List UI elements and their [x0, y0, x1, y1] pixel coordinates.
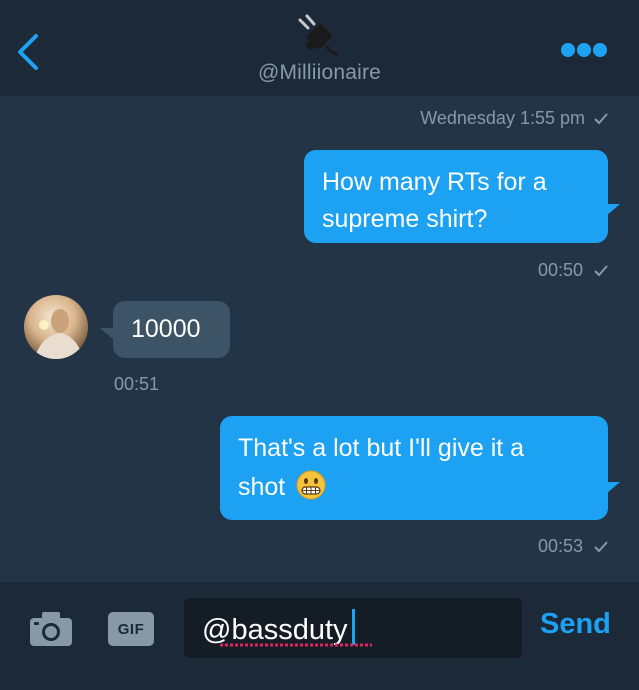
avatar[interactable]	[24, 295, 88, 359]
contact-handle[interactable]: @Milliionaire	[0, 61, 639, 85]
message-timestamp: 00:50	[538, 260, 609, 281]
avatar-photo	[24, 295, 88, 359]
gif-button[interactable]: GIF	[108, 612, 154, 646]
message-text-line-with-emoji: shot	[238, 468, 590, 507]
message-timestamp: 00:51	[114, 374, 159, 395]
message-time: 00:53	[537, 536, 583, 556]
spellcheck-underline	[220, 643, 372, 647]
electric-plug-icon	[298, 14, 339, 56]
message-text-line: That's a lot but I'll give it a	[238, 434, 525, 462]
checkmark-icon	[594, 112, 608, 124]
message-input[interactable]: @bassduty	[184, 598, 522, 658]
more-dots-icon[interactable]	[560, 40, 608, 60]
message-text: shot	[238, 473, 286, 501]
bubble-tail	[606, 204, 620, 216]
message-text-line: How many RTs for a	[322, 168, 547, 196]
send-button[interactable]: Send	[540, 608, 611, 641]
conversation-header: @Milliionaire	[0, 0, 639, 96]
bubble-tail	[606, 482, 620, 494]
outgoing-message-bubble[interactable]: That's a lot but I'll give it a shot	[220, 416, 608, 520]
checkmark-icon	[594, 264, 608, 276]
bubble-tail	[100, 328, 114, 340]
message-composer: GIF @bassduty Send	[0, 582, 639, 690]
incoming-message-bubble[interactable]: 10000	[113, 301, 230, 358]
date-header: Wednesday 1:55 pm	[420, 108, 609, 129]
message-timestamp: 00:53	[538, 536, 609, 557]
checkmark-icon	[594, 540, 608, 552]
date-header-text: Wednesday 1:55 pm	[420, 108, 585, 128]
message-text: 10000	[131, 315, 201, 343]
outgoing-message-bubble[interactable]: How many RTs for a supreme shirt?	[304, 150, 608, 243]
message-time: 00:51	[114, 374, 160, 394]
message-text-line: supreme shirt?	[322, 205, 488, 233]
message-thread[interactable]: Wednesday 1:55 pm How many RTs for a sup…	[0, 96, 639, 582]
text-cursor	[351, 609, 355, 645]
grimacing-face-icon	[296, 470, 326, 500]
camera-icon[interactable]	[28, 610, 74, 648]
message-time: 00:50	[537, 260, 583, 280]
